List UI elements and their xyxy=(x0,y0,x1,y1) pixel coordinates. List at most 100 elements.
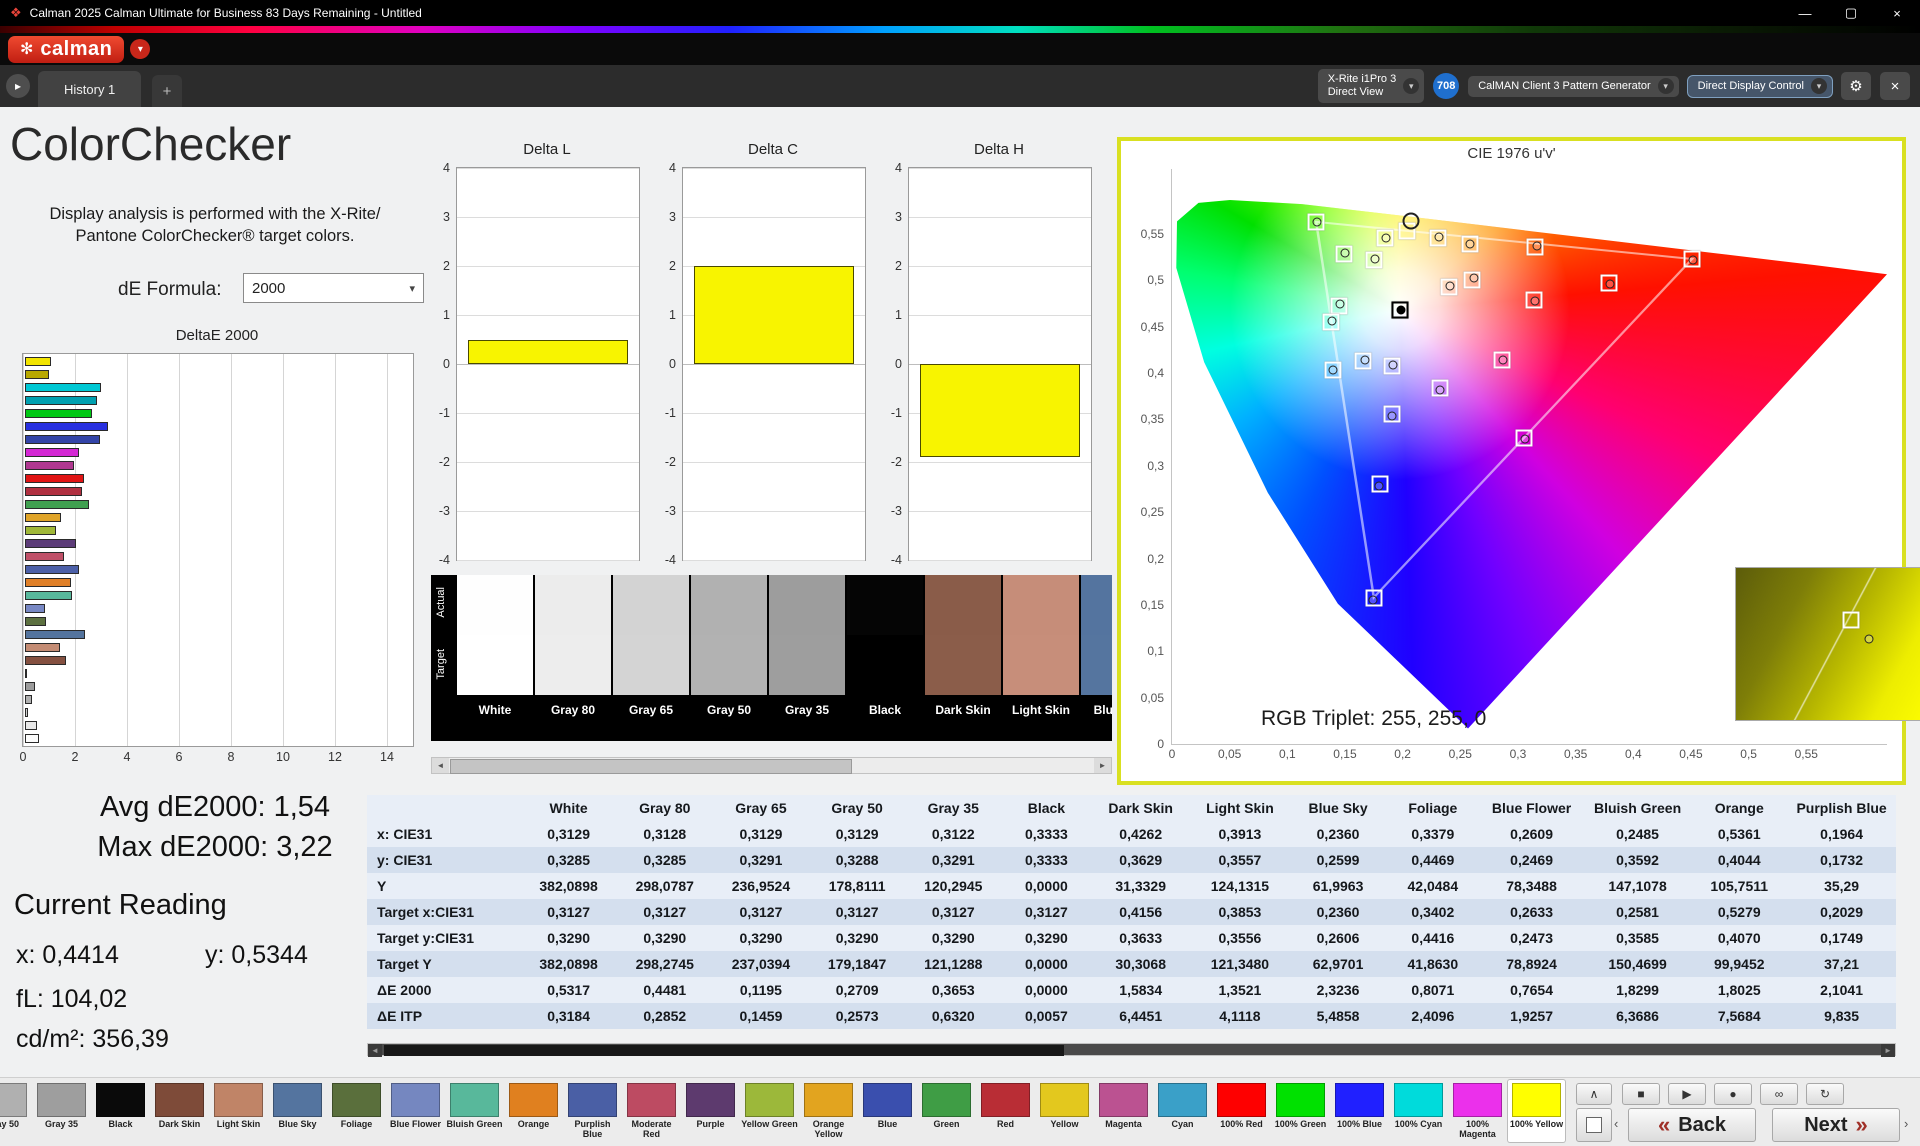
add-tab-button[interactable]: + xyxy=(152,75,182,107)
pattern-button-orange[interactable]: Orange xyxy=(505,1080,562,1142)
pattern-button-magenta[interactable]: Magenta xyxy=(1095,1080,1152,1142)
pattern-button-100-green[interactable]: 100% Green xyxy=(1272,1080,1329,1142)
pattern-button-light-skin[interactable]: Light Skin xyxy=(210,1080,267,1142)
table-cell: 0,3592 xyxy=(1583,847,1692,873)
display-control-dropdown[interactable]: Direct Display Control ▾ xyxy=(1687,75,1832,97)
continuous-button[interactable]: ∞ xyxy=(1760,1083,1798,1105)
play-button[interactable]: ▶ xyxy=(1668,1083,1706,1105)
de-formula-label: dE Formula: xyxy=(118,279,222,300)
pattern-button-yellow-green[interactable]: Yellow Green xyxy=(741,1080,798,1142)
table-scrollbar[interactable]: ◄ ► xyxy=(367,1043,1896,1057)
pattern-label: Orange Yellow xyxy=(812,1119,845,1139)
meter-dropdown[interactable]: X-Rite i1Pro 3 Direct View ▾ xyxy=(1317,69,1425,103)
table-cell: 0,2606 xyxy=(1289,925,1387,951)
table-cell: 0,2573 xyxy=(809,1003,906,1029)
pattern-button-foliage[interactable]: Foliage xyxy=(328,1080,385,1142)
pattern-button-orange-yellow[interactable]: Orange Yellow xyxy=(800,1080,857,1142)
table-cell: 0,0000 xyxy=(1001,951,1092,977)
minimize-button[interactable]: — xyxy=(1782,0,1828,26)
step-back-icon[interactable]: ‹ xyxy=(1614,1116,1618,1131)
pattern-generator-dropdown[interactable]: CalMAN Client 3 Pattern Generator ▾ xyxy=(1468,75,1679,97)
scroll-right-icon[interactable]: ► xyxy=(1881,1044,1895,1057)
next-button[interactable]: Next » xyxy=(1772,1108,1900,1142)
expand-up-button[interactable]: ∧ xyxy=(1576,1083,1612,1105)
pattern-button-gray-35[interactable]: Gray 35 xyxy=(33,1080,90,1142)
table-cell: 0,3127 xyxy=(520,899,617,925)
pattern-button-gray-50[interactable]: Gray 50 xyxy=(0,1080,31,1142)
settings-gear-button[interactable]: ⚙ xyxy=(1841,72,1871,100)
tab-history-1[interactable]: History 1 xyxy=(38,71,142,107)
delta_h-tick-2: 2 xyxy=(895,259,902,273)
table-cell: 0,5317 xyxy=(520,977,617,1003)
table-cell: 78,8924 xyxy=(1479,951,1584,977)
cie-y-tick: 0,45 xyxy=(1140,319,1164,334)
de-formula-select[interactable]: 2000 ▾ xyxy=(243,273,424,303)
pattern-button-moderate-red[interactable]: Moderate Red xyxy=(623,1080,680,1142)
delta_h-tick--1: -1 xyxy=(890,406,902,420)
maximize-button[interactable]: ▢ xyxy=(1828,0,1874,26)
swatch-target xyxy=(613,635,689,695)
close-button[interactable]: × xyxy=(1874,0,1920,26)
scroll-right-icon[interactable]: ► xyxy=(1094,758,1111,773)
swatch-label: Light Skin xyxy=(1012,703,1070,717)
pattern-swatch xyxy=(922,1083,971,1117)
pattern-swatch xyxy=(273,1083,322,1117)
pattern-button-100-magenta[interactable]: 100% Magenta xyxy=(1449,1080,1506,1142)
record-button[interactable]: ● xyxy=(1714,1083,1752,1105)
pattern-swatch xyxy=(37,1083,86,1117)
pattern-label: Blue xyxy=(877,1119,898,1129)
table-cell: 0,2852 xyxy=(616,1003,713,1029)
pattern-button-red[interactable]: Red xyxy=(977,1080,1034,1142)
scroll-left-icon[interactable]: ◄ xyxy=(368,1044,382,1057)
measured-marker-yellow-green xyxy=(1381,233,1391,243)
table-cell: 0,2473 xyxy=(1479,925,1584,951)
pattern-button-100-blue[interactable]: 100% Blue xyxy=(1331,1080,1388,1142)
pattern-button-100-red[interactable]: 100% Red xyxy=(1213,1080,1270,1142)
table-cell: 1,8299 xyxy=(1583,977,1692,1003)
table-cell: 61,9963 xyxy=(1289,873,1387,899)
pattern-button-blue[interactable]: Blue xyxy=(859,1080,916,1142)
table-cell: 0,2360 xyxy=(1289,821,1387,847)
pattern-button-bluish-green[interactable]: Bluish Green xyxy=(446,1080,503,1142)
pattern-button-cyan[interactable]: Cyan xyxy=(1154,1080,1211,1142)
pattern-button-blue-flower[interactable]: Blue Flower xyxy=(387,1080,444,1142)
stop-button[interactable]: ■ xyxy=(1622,1083,1660,1105)
table-col-dark-skin: Dark Skin xyxy=(1091,795,1190,821)
pattern-window-button[interactable] xyxy=(1576,1108,1612,1142)
step-forward-icon[interactable]: › xyxy=(1904,1116,1908,1131)
measured-marker-moderate-red xyxy=(1530,296,1540,306)
deltae-bar-gray-35 xyxy=(25,682,35,691)
pattern-button-purple[interactable]: Purple xyxy=(682,1080,739,1142)
swatch-actual xyxy=(535,575,611,635)
scroll-left-icon[interactable]: ◄ xyxy=(432,758,449,773)
swatch-strip-scrollbar[interactable]: ◄ ► xyxy=(431,757,1112,774)
chevron-down-icon: ▾ xyxy=(409,282,415,295)
pattern-button-blue-sky[interactable]: Blue Sky xyxy=(269,1080,326,1142)
pattern-button-100-cyan[interactable]: 100% Cyan xyxy=(1390,1080,1447,1142)
pattern-swatch xyxy=(1158,1083,1207,1117)
cie-y-tick: 0,1 xyxy=(1147,644,1164,659)
back-button[interactable]: « Back xyxy=(1628,1108,1756,1142)
pattern-button-dark-skin[interactable]: Dark Skin xyxy=(151,1080,208,1142)
cie-x-tick: 0,4 xyxy=(1624,747,1642,761)
pattern-label: Black xyxy=(108,1119,133,1129)
pattern-button-100-yellow[interactable]: 100% Yellow xyxy=(1508,1080,1565,1142)
loop-button[interactable]: ↻ xyxy=(1806,1083,1844,1105)
pattern-button-purplish-blue[interactable]: Purplish Blue xyxy=(564,1080,621,1142)
deltae-tick-8: 8 xyxy=(227,750,235,764)
workflow-nav-button[interactable]: ▸ xyxy=(6,74,30,98)
table-col-gray-65: Gray 65 xyxy=(712,795,810,821)
swatch-white: White xyxy=(457,575,533,741)
table-col-black: Black xyxy=(1001,795,1092,821)
current-y: y: 0,5344 xyxy=(205,941,308,969)
pattern-button-green[interactable]: Green xyxy=(918,1080,975,1142)
scrollbar-thumb[interactable] xyxy=(384,1045,1064,1056)
delta_c-tick-0: 0 xyxy=(669,357,676,371)
pattern-button-yellow[interactable]: Yellow xyxy=(1036,1080,1093,1142)
deltae-bars xyxy=(25,357,411,743)
pattern-button-black[interactable]: Black xyxy=(92,1080,149,1142)
scrollbar-thumb[interactable] xyxy=(450,759,852,774)
session-close-button[interactable]: × xyxy=(1880,72,1910,100)
row-label: ΔE ITP xyxy=(367,1003,521,1029)
logo-menu-button[interactable]: ▾ xyxy=(130,39,151,59)
